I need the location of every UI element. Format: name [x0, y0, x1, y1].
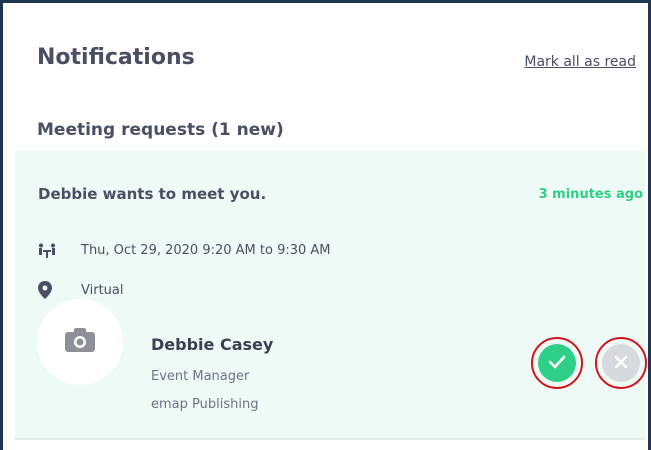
person-name: Debbie Casey	[151, 335, 274, 354]
check-icon	[548, 354, 566, 373]
accept-button[interactable]	[531, 337, 583, 389]
mark-all-read-link[interactable]: Mark all as read	[524, 54, 636, 70]
meeting-icon	[38, 243, 55, 259]
close-icon	[614, 354, 628, 373]
decline-button-circle[interactable]	[602, 344, 640, 382]
meeting-request-card: Debbie wants to meet you. 3 minutes ago …	[15, 151, 647, 440]
meeting-location: Virtual	[81, 283, 124, 298]
avatar	[37, 299, 123, 385]
section-title: Meeting requests (1 new)	[37, 120, 284, 140]
person-company: emap Publishing	[151, 397, 259, 412]
accept-button-circle[interactable]	[538, 344, 576, 382]
decline-button[interactable]	[595, 337, 647, 389]
camera-icon	[65, 328, 95, 356]
location-pin-icon	[38, 281, 54, 299]
request-message: Debbie wants to meet you.	[38, 185, 267, 203]
page-title: Notifications	[37, 45, 195, 70]
request-time: 3 minutes ago	[538, 187, 643, 202]
person-role: Event Manager	[151, 369, 250, 384]
notifications-panel: Notifications Mark all as read Meeting r…	[0, 0, 651, 450]
meeting-datetime: Thu, Oct 29, 2020 9:20 AM to 9:30 AM	[81, 243, 331, 258]
